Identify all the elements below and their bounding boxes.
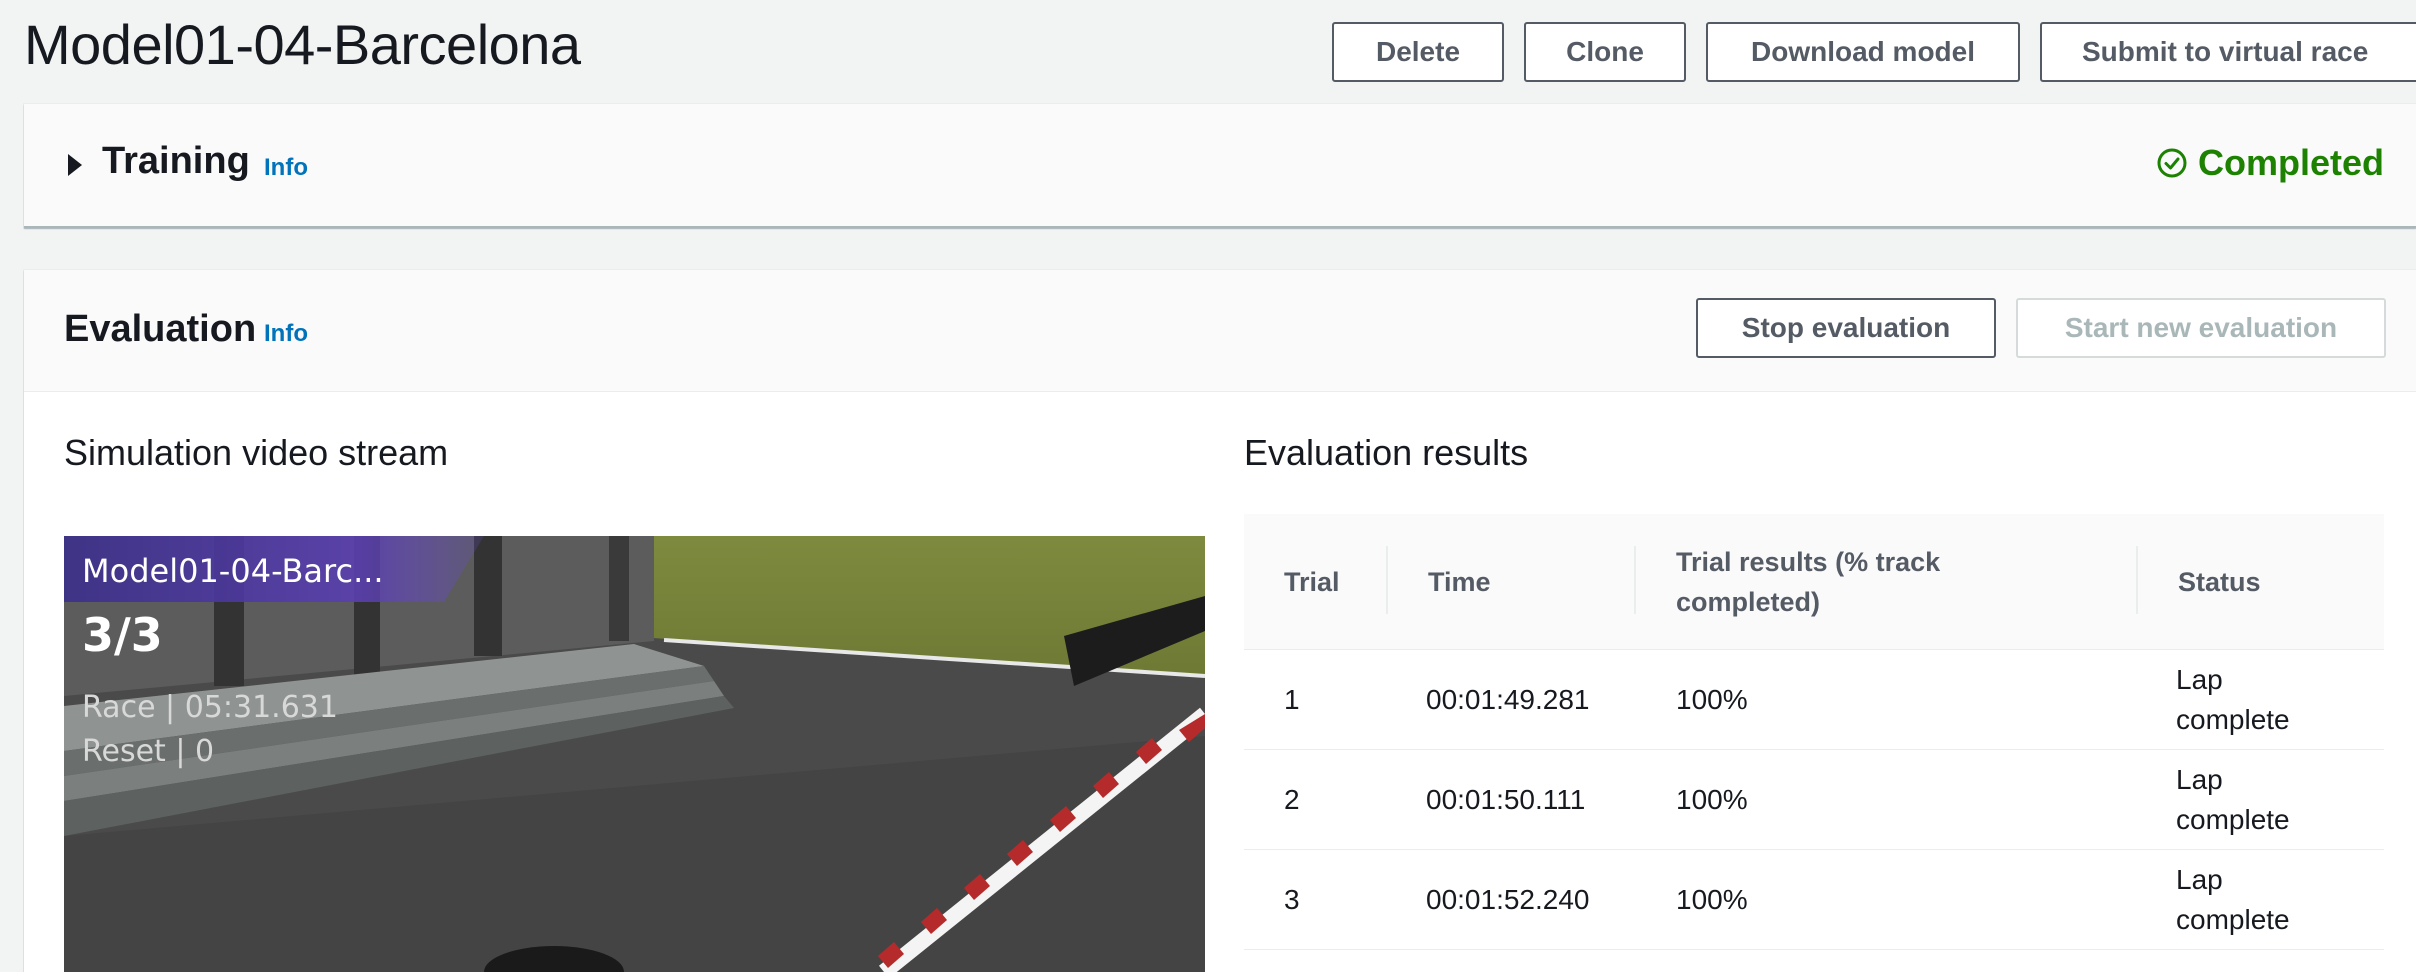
cell-status: Lap complete — [2176, 864, 2290, 935]
cell-result: 100% — [1676, 684, 1748, 715]
evaluation-info-link[interactable]: Info — [264, 320, 308, 348]
training-title[interactable]: Training — [102, 140, 250, 183]
cell-result: 100% — [1676, 784, 1748, 815]
cell-status: Lap complete — [2176, 664, 2290, 735]
start-new-evaluation-button[interactable]: Start new evaluation — [2016, 298, 2386, 358]
cell-time: 00:01:50.111 — [1426, 784, 1586, 815]
cell-trial: 1 — [1284, 684, 1300, 715]
evaluation-header: Evaluation Info Stop evaluation Start ne… — [24, 270, 2416, 392]
stop-evaluation-button[interactable]: Stop evaluation — [1696, 298, 1996, 358]
training-info-link[interactable]: Info — [264, 154, 308, 182]
column-header-trial-results[interactable]: Trial results (% track completed) — [1676, 514, 2056, 650]
clone-button[interactable]: Clone — [1524, 22, 1686, 82]
column-header-status[interactable]: Status — [2178, 514, 2261, 650]
cell-result: 100% — [1676, 884, 1748, 915]
training-panel: Training Info Completed — [24, 104, 2416, 228]
simulation-video-stream[interactable]: Model01-04-Barc... 3/3 Race | 05:31.631 … — [64, 536, 1205, 972]
table-row: 1 00:01:49.281 100% Lap complete — [1244, 650, 2384, 750]
caret-right-icon[interactable] — [68, 154, 82, 176]
cell-time: 00:01:49.281 — [1426, 684, 1590, 715]
video-overlay-race-time: Race | 05:31.631 — [82, 690, 338, 725]
results-section-title: Evaluation results — [1244, 432, 1529, 473]
cell-trial: 3 — [1284, 884, 1300, 915]
submit-to-virtual-race-button[interactable]: Submit to virtual race — [2040, 22, 2416, 82]
column-header-trial[interactable]: Trial — [1284, 514, 1340, 650]
download-model-button[interactable]: Download model — [1706, 22, 2020, 82]
video-section-title: Simulation video stream — [64, 432, 449, 473]
training-status: Completed — [2156, 142, 2384, 184]
evaluation-title: Evaluation — [64, 308, 257, 350]
cell-time: 00:01:52.240 — [1426, 884, 1590, 915]
evaluation-panel: Evaluation Info Stop evaluation Start ne… — [24, 270, 2416, 972]
track-scene-image — [64, 536, 1205, 972]
check-circle-icon — [2157, 148, 2187, 178]
evaluation-results-table: Trial Time Trial results (% track comple… — [1244, 514, 2384, 950]
video-overlay-lap: 3/3 — [82, 608, 163, 662]
delete-button[interactable]: Delete — [1332, 22, 1504, 82]
cell-status: Lap complete — [2176, 764, 2290, 835]
video-overlay-reset: Reset | 0 — [82, 734, 215, 769]
table-header: Trial Time Trial results (% track comple… — [1244, 514, 2384, 650]
page-title: Model01-04-Barcelona — [24, 13, 581, 76]
column-header-time[interactable]: Time — [1428, 514, 1491, 650]
table-row: 3 00:01:52.240 100% Lap complete — [1244, 850, 2384, 950]
status-label: Completed — [2197, 142, 2384, 183]
column-divider — [1386, 546, 1388, 614]
column-divider — [2136, 546, 2138, 614]
cell-trial: 2 — [1284, 784, 1300, 815]
table-row: 2 00:01:50.111 100% Lap complete — [1244, 750, 2384, 850]
column-divider — [1634, 546, 1636, 614]
video-overlay-model: Model01-04-Barc... — [82, 552, 384, 590]
